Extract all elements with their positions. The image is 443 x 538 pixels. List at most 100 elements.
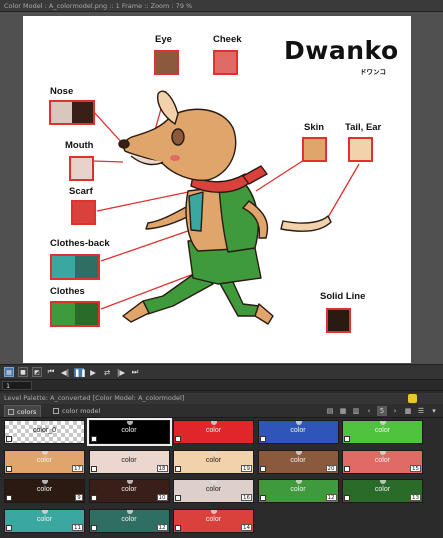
style-chip[interactable]: color 16	[173, 479, 254, 503]
style-chip[interactable]: color 12	[88, 508, 170, 533]
style-chip[interactable]: color	[86, 418, 172, 446]
chip-name: color	[36, 486, 53, 493]
label-mouth: Mouth	[65, 140, 94, 151]
chip-check-icon	[175, 465, 181, 472]
chip-link-icon	[295, 421, 302, 425]
chip-check-icon	[344, 495, 350, 501]
new-page-icon[interactable]: ▥	[351, 406, 361, 416]
chip-name: color_0	[33, 427, 56, 434]
tab-colors[interactable]: colors	[4, 405, 42, 417]
style-chip[interactable]: color 9	[4, 479, 85, 503]
chip-link-icon	[126, 421, 133, 425]
chip-link-icon	[126, 509, 133, 514]
style-chip[interactable]: color_0	[4, 420, 85, 444]
style-chip[interactable]: color 20	[257, 449, 339, 474]
chip-name: color	[121, 456, 137, 464]
label-cheek: Cheek	[213, 34, 242, 45]
chip-index: 10	[156, 494, 168, 501]
swatch-cheek	[213, 50, 238, 75]
chip-check-icon	[175, 524, 181, 531]
view-options-icon[interactable]: ▤	[325, 406, 335, 416]
chip-link-icon	[42, 480, 48, 484]
style-chip[interactable]: color 17	[4, 449, 85, 474]
chip-check-icon	[344, 436, 350, 442]
swatch-skin	[302, 137, 327, 162]
chip-index: 12	[156, 523, 168, 531]
chip-link-icon	[211, 421, 217, 425]
playback-toolbar: ▦ ■ ◩ ⏮ ◀| ❚❚ ▶ ⇄ |▶ ⏭	[0, 364, 443, 379]
style-chip[interactable]: color 15	[342, 449, 423, 474]
next-key-icon[interactable]: |▶	[116, 368, 126, 377]
first-frame-icon[interactable]: ⏮	[46, 367, 56, 377]
black-bg-button[interactable]: ◩	[32, 367, 42, 377]
chip-check-icon	[259, 465, 266, 472]
chip-check-icon	[344, 465, 350, 472]
white-bg-button[interactable]: ■	[18, 367, 28, 377]
chip-name: color	[290, 486, 306, 493]
prev-page-icon[interactable]: ‹	[364, 406, 374, 416]
display-mode-icon[interactable]: ▦	[403, 406, 413, 416]
style-chip[interactable]: color 10	[88, 479, 170, 503]
label-solid-line: Solid Line	[320, 291, 366, 302]
style-chip[interactable]: color	[257, 420, 339, 444]
character-title: Dwanko	[284, 36, 399, 65]
last-frame-icon[interactable]: ⏭	[130, 367, 140, 377]
chip-check-icon	[90, 436, 97, 442]
pause-icon[interactable]: ❚❚	[74, 367, 87, 377]
lock-icon[interactable]	[408, 394, 417, 403]
style-chip[interactable]: color 12	[257, 479, 339, 503]
character-title-kana: ドワンコ	[360, 68, 386, 76]
chip-index: 20	[325, 464, 337, 472]
chip-link-icon	[380, 421, 386, 425]
chip-link-icon	[295, 480, 302, 484]
chip-index: 16	[241, 494, 252, 501]
style-chip[interactable]: color	[342, 420, 423, 444]
chip-index: 13	[410, 494, 421, 501]
chip-link-icon	[380, 450, 386, 455]
chip-name: color	[121, 515, 137, 523]
chip-link-icon	[126, 480, 133, 484]
swatch-eye	[154, 50, 179, 75]
style-chip[interactable]: color 11	[4, 508, 85, 533]
palette-header: Level Palette: A_converted [Color Model:…	[0, 393, 443, 404]
chip-check-icon	[6, 436, 12, 442]
chip-index: 15	[410, 464, 421, 472]
chip-name: color	[205, 456, 222, 464]
chip-link-icon	[295, 450, 302, 455]
loop-icon[interactable]: ⇄	[102, 368, 112, 377]
style-chip[interactable]: color 18	[88, 449, 170, 474]
image-icon	[53, 408, 59, 414]
checkerboard-bg-button[interactable]: ▦	[4, 367, 14, 377]
style-chip[interactable]: color 19	[173, 449, 254, 474]
frame-slider-bar[interactable]: 1	[0, 379, 443, 391]
chip-name: color	[205, 486, 222, 493]
tab-color-model[interactable]: color model	[50, 405, 104, 417]
label-skin: Skin	[304, 122, 325, 133]
swatch-clothes	[50, 301, 100, 327]
chip-check-icon	[259, 495, 266, 501]
frame-field[interactable]: 1	[2, 381, 32, 390]
color-model-canvas[interactable]: Dwanko ドワンコ Eye Cheek Nose Mouth Scarf C…	[23, 16, 411, 363]
label-nose: Nose	[50, 86, 74, 97]
settings-icon[interactable]: ▾	[429, 406, 439, 416]
chip-check-icon	[90, 465, 97, 472]
next-page-icon[interactable]: ›	[390, 406, 400, 416]
label-clothes-back: Clothes-back	[50, 238, 110, 249]
style-chip[interactable]: color	[173, 420, 254, 444]
chip-index: 18	[156, 464, 168, 472]
label-scarf: Scarf	[69, 186, 93, 197]
chip-name: color	[36, 456, 53, 464]
new-style-icon[interactable]: ▦	[338, 406, 348, 416]
chip-link-icon	[211, 480, 217, 484]
color-model-viewer[interactable]: Dwanko ドワンコ Eye Cheek Nose Mouth Scarf C…	[0, 12, 443, 364]
style-chip[interactable]: color 13	[342, 479, 423, 503]
chip-check-icon	[6, 495, 12, 501]
play-icon[interactable]: ▶	[88, 368, 98, 377]
chip-check-icon	[259, 436, 266, 442]
prev-key-icon[interactable]: ◀|	[60, 368, 70, 377]
list-view-icon[interactable]: ☰	[416, 406, 426, 416]
style-chip[interactable]: color 14	[173, 508, 254, 533]
palette-tabbar: colors color model ▤ ▦ ▥ ‹ 5 › ▦ ☰ ▾	[0, 404, 443, 418]
name-editor-icon[interactable]: 5	[377, 406, 387, 416]
chip-name: color	[121, 486, 137, 493]
